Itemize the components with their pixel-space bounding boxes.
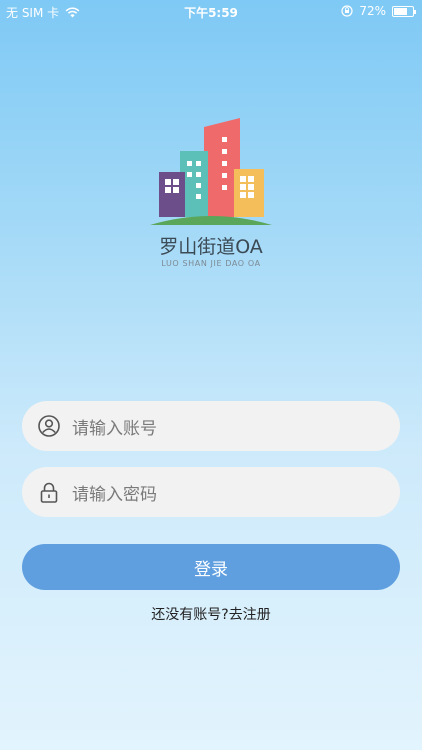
status-bar: 无 SIM 卡 下午5:59 72% [0,0,422,24]
rotation-lock-icon [341,5,353,17]
battery-percent: 72% [359,4,386,18]
status-right: 72% [341,4,416,18]
app-subname: LUO SHAN JIE DAO OA [161,259,261,268]
account-field[interactable]: 请输入账号 [22,401,400,451]
login-button[interactable]: 登录 [22,544,400,590]
battery-fill [394,7,407,15]
app-name: 罗山街道OA [159,236,263,258]
account-placeholder: 请输入账号 [72,418,157,439]
app-logo [150,118,272,225]
password-field[interactable]: 请输入密码 [22,467,400,517]
lock-icon [38,481,60,503]
battery-icon [392,5,416,17]
password-placeholder: 请输入密码 [72,484,157,505]
register-link[interactable]: 还没有账号?去注册 [0,604,422,624]
user-circle-icon [38,415,60,437]
